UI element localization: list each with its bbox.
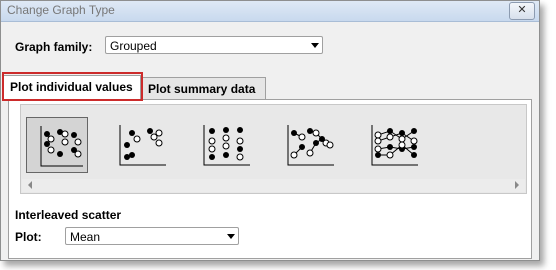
chevron-down-icon [227,234,235,239]
separated-scatter-icon [119,125,166,166]
graph-gallery [20,104,527,194]
connected-points-icon [287,125,334,166]
graph-family-dropdown[interactable]: Grouped [105,36,323,54]
change-graph-type-dialog: Change Graph Type ✕ Graph family: Groupe… [0,0,540,261]
close-button[interactable]: ✕ [509,2,535,20]
graph-thumb-before-after[interactable] [362,117,424,173]
scroll-right-arrow-icon[interactable] [515,181,519,189]
selected-graph-name: Interleaved scatter [15,208,122,222]
tab-highlight-box [2,72,143,101]
stacked-scatter-icon [203,125,250,166]
close-icon: ✕ [517,4,527,16]
graph-thumb-separated-scatter[interactable] [110,117,172,173]
window-title: Change Graph Type [7,3,115,17]
graph-thumb-connected-points[interactable] [278,117,340,173]
scroll-left-arrow-icon[interactable] [28,181,32,189]
graph-family-value: Grouped [110,39,157,53]
before-after-lines-icon [371,125,418,166]
title-bar: Change Graph Type ✕ [1,1,539,22]
plot-label: Plot: [15,230,42,244]
interleaved-scatter-icon [40,126,83,167]
tab-plot-summary-data[interactable]: Plot summary data [141,77,266,99]
plot-value: Mean [70,230,101,244]
tab-label: Plot summary data [148,82,256,96]
graph-thumb-interleaved-scatter[interactable] [26,117,88,173]
chevron-down-icon [311,43,319,48]
plot-dropdown[interactable]: Mean [65,227,239,245]
graph-thumb-stacked-scatter[interactable] [194,117,256,173]
horizontal-scrollbar[interactable] [22,179,525,192]
graph-family-label: Graph family: [15,40,93,54]
